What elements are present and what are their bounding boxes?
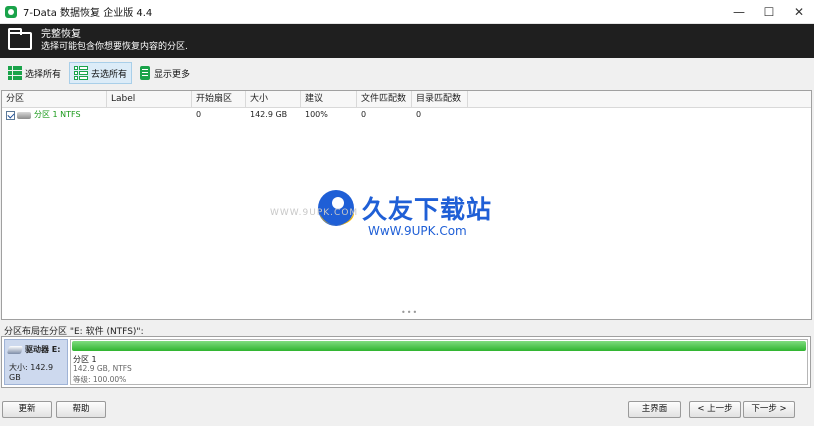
partition-block-level: 等级: 100.00%	[73, 375, 127, 384]
deselect-all-icon	[74, 66, 89, 80]
close-button[interactable]: ✕	[784, 0, 814, 24]
toolbar: 选择所有 去选所有 显示更多	[0, 58, 814, 88]
show-more-icon	[140, 66, 151, 80]
column-label[interactable]: Label	[107, 91, 192, 108]
show-more-button[interactable]: 显示更多	[135, 62, 195, 84]
home-button[interactable]: 主界面	[628, 401, 681, 418]
help-button[interactable]: 帮助	[56, 401, 106, 418]
column-suggestion[interactable]: 建议	[301, 91, 357, 108]
drive-title: 驱动器 E:	[6, 344, 61, 355]
drive-title-label: 驱动器 E:	[25, 345, 61, 354]
select-all-button[interactable]: 选择所有	[3, 62, 66, 84]
splitter-grip[interactable]: •••	[401, 308, 418, 317]
select-all-icon	[8, 66, 22, 80]
cell-dir-match: 0	[416, 110, 422, 119]
cell-size: 142.9 GB	[250, 110, 288, 119]
drive-icon	[6, 345, 24, 354]
select-all-label: 选择所有	[25, 69, 62, 80]
window-title: 7-Data 数据恢复 企业版 4.4	[23, 8, 153, 19]
header-subtitle: 选择可能包含你想要恢复内容的分区.	[41, 42, 188, 52]
watermark-site: WwW.9UPK.Com	[368, 224, 467, 238]
column-start-sector[interactable]: 开始扇区	[192, 91, 246, 108]
partition-block-info: 142.9 GB, NTFS	[73, 364, 132, 373]
cell-suggestion: 100%	[305, 110, 328, 119]
watermark-brand: 久友下载站	[362, 195, 493, 224]
partition-usage-bar	[72, 341, 806, 351]
partition-layout: 驱动器 E: 大小: 142.9 GB 分区 1 142.9 GB, NTFS …	[1, 336, 811, 388]
column-file-match[interactable]: 文件匹配数	[357, 91, 412, 108]
list-header: 分区 Label 开始扇区 大小 建议 文件匹配数 目录匹配数	[2, 91, 811, 108]
show-more-label: 显示更多	[154, 69, 191, 80]
folder-icon	[8, 28, 32, 50]
cell-label	[107, 108, 192, 122]
header-text: 完整恢复 选择可能包含你想要恢复内容的分区.	[41, 29, 188, 53]
cell-file-match: 0	[361, 110, 367, 119]
app-icon	[5, 5, 17, 18]
watermark-url: WWW.9UPK.COM	[270, 208, 359, 218]
table-row[interactable]: 分区 1 NTFS 0 142.9 GB 100% 0 0	[2, 108, 811, 122]
header-title: 完整恢复	[41, 29, 81, 40]
window-controls: — ☐ ✕	[724, 0, 814, 24]
partition-name: 分区 1 NTFS	[34, 110, 81, 119]
disk-icon	[17, 111, 31, 119]
cell-partition: 分区 1 NTFS	[2, 108, 107, 122]
partition-checkbox[interactable]	[6, 110, 15, 120]
back-button[interactable]: < 上一步	[689, 401, 741, 418]
column-partition[interactable]: 分区	[2, 91, 107, 108]
column-dir-match[interactable]: 目录匹配数	[412, 91, 468, 108]
deselect-all-button[interactable]: 去选所有	[69, 62, 133, 84]
minimize-button[interactable]: —	[724, 0, 754, 24]
refresh-button[interactable]: 更新	[2, 401, 52, 418]
column-size[interactable]: 大小	[246, 91, 301, 108]
drive-panel[interactable]: 驱动器 E: 大小: 142.9 GB	[4, 339, 68, 385]
drive-size: 大小: 142.9 GB	[9, 363, 54, 382]
partition-block[interactable]: 分区 1 142.9 GB, NTFS 等级: 100.00%	[70, 339, 808, 385]
title-bar: 7-Data 数据恢复 企业版 4.4 — ☐ ✕	[0, 0, 814, 24]
header-banner: 完整恢复 选择可能包含你想要恢复内容的分区.	[0, 24, 814, 58]
cell-start-sector: 0	[196, 110, 202, 119]
next-button[interactable]: 下一步 >	[743, 401, 795, 418]
deselect-all-label: 去选所有	[91, 69, 128, 80]
maximize-button[interactable]: ☐	[754, 0, 784, 24]
